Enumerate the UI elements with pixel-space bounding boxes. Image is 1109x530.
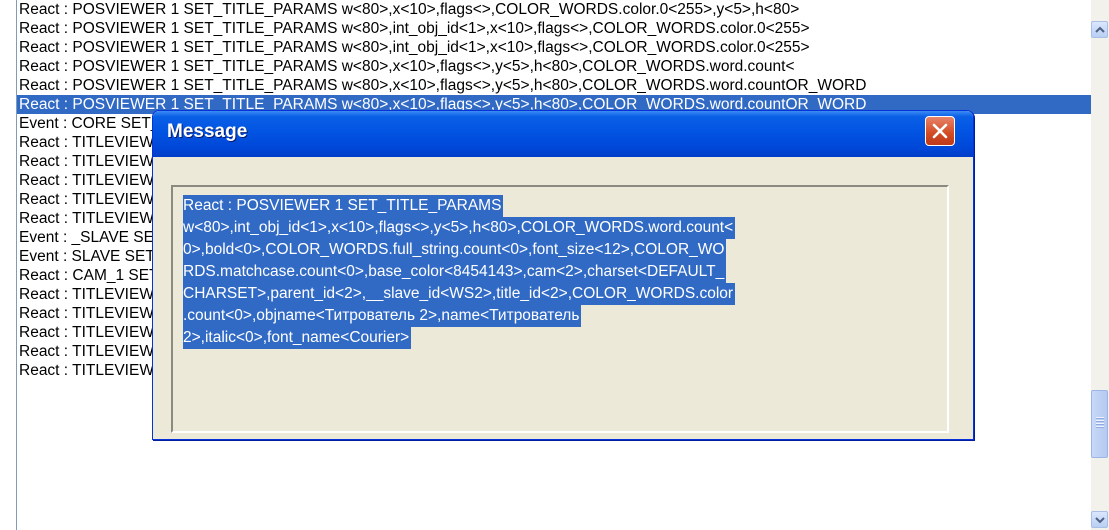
chevron-up-icon	[1095, 26, 1105, 33]
log-row[interactable]: React : POSVIEWER 1 SET_TITLE_PARAMS w<8…	[17, 19, 1092, 38]
log-row[interactable]: React : POSVIEWER 1 SET_TITLE_PARAMS w<8…	[17, 57, 1092, 76]
log-row[interactable]: React : POSVIEWER 1 SET_TITLE_PARAMS w<8…	[17, 0, 1092, 19]
message-dialog: Message React : POSVIEWER 1 SET_TITLE_PA…	[152, 110, 974, 440]
close-icon	[932, 123, 948, 139]
scroll-up-button[interactable]	[1091, 21, 1108, 38]
scroll-down-button[interactable]	[1091, 511, 1108, 528]
grip-icon	[1096, 417, 1104, 429]
message-line: React : POSVIEWER 1 SET_TITLE_PARAMS	[183, 195, 504, 217]
log-row[interactable]: React : POSVIEWER 1 SET_TITLE_PARAMS w<8…	[17, 76, 1092, 95]
message-text-area[interactable]: React : POSVIEWER 1 SET_TITLE_PARAMS w<80…	[171, 185, 949, 433]
log-row[interactable]: React : POSVIEWER 1 SET_TITLE_PARAMS w<8…	[17, 38, 1092, 57]
message-line: .count<0>,objname<Титрователь 2>,name<Ти…	[183, 305, 582, 327]
vertical-scrollbar[interactable]	[1091, 0, 1109, 530]
message-line: RDS.matchcase.count<0>,base_color<845414…	[183, 261, 727, 283]
message-line: 0>,bold<0>,COLOR_WORDS.full_string.count…	[183, 239, 727, 261]
message-line: CHARSET>,parent_id<2>,__slave_id<WS2>,ti…	[183, 283, 736, 305]
chevron-down-icon	[1095, 517, 1105, 524]
app-window: React : POSVIEWER 1 SET_TITLE_PARAMS w<8…	[0, 0, 1109, 530]
dialog-body: React : POSVIEWER 1 SET_TITLE_PARAMS w<80…	[157, 157, 969, 435]
dialog-title: Message	[167, 121, 248, 142]
scroll-thumb[interactable]	[1091, 390, 1108, 458]
dialog-titlebar[interactable]: Message	[153, 111, 973, 157]
message-line: w<80>,int_obj_id<1>,x<10>,flags<>,y<5>,h…	[183, 217, 736, 239]
close-button[interactable]	[925, 116, 955, 146]
message-line: 2>,italic<0>,font_name<Courier>	[183, 327, 412, 349]
